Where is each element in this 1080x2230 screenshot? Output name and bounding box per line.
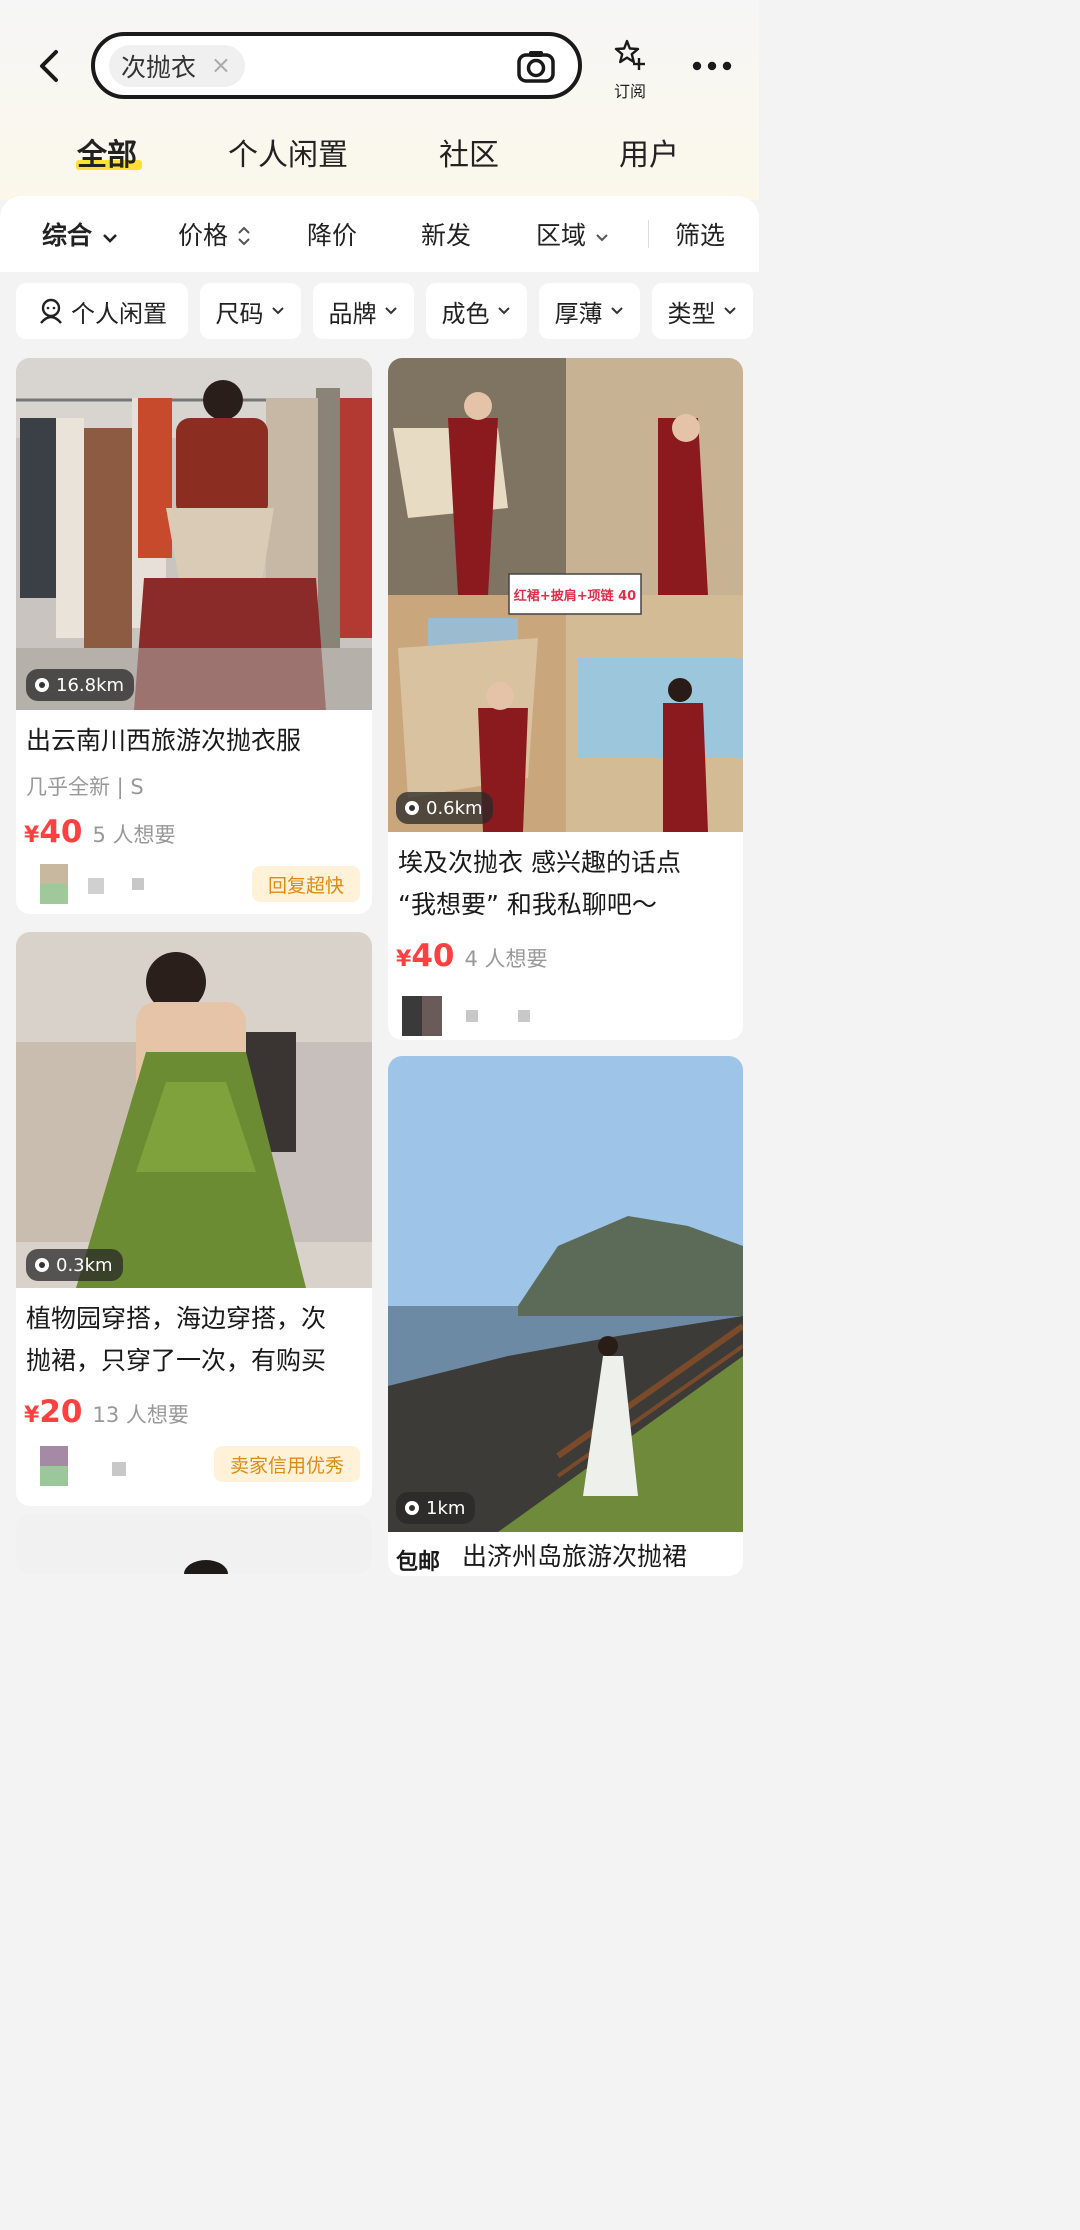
distance-label: 1km [426, 1497, 466, 1519]
location-pin-icon [405, 801, 419, 815]
search-keyword-label: 次抛衣 [121, 53, 197, 82]
filter-button[interactable]: 筛选 [675, 216, 725, 252]
price-value: 20 [39, 1394, 83, 1430]
seller-info-blurred [518, 1010, 530, 1022]
price-value: 40 [39, 814, 83, 850]
distance-label: 0.6km [426, 797, 483, 819]
product-image[interactable] [16, 358, 372, 710]
sort-newest[interactable]: 新发 [421, 216, 471, 252]
distance-badge: 0.3km [26, 1249, 123, 1281]
subscribe-button[interactable]: 订阅 [604, 38, 656, 102]
product-card[interactable]: 0.3km 植物园穿搭，海边穿搭，次 抛裙，只穿了一次，有购买 ¥ 20 13 … [16, 932, 372, 1506]
product-title: 出云南川西旅游次抛衣服 [26, 726, 302, 755]
chip-size[interactable]: 尺码 [200, 283, 301, 339]
price-currency: ¥ [24, 823, 40, 848]
sort-filter-bar: 综合 价格 降价 新发 区域 筛选 [0, 196, 759, 272]
camera-icon[interactable] [516, 48, 556, 84]
location-pin-icon [35, 1258, 49, 1272]
distance-badge: 16.8km [26, 669, 135, 701]
top-header: 次抛衣 × 订阅 全部 个人闲置 社区 用户 [0, 0, 759, 200]
want-count: 13 人想要 [92, 1403, 189, 1427]
price-currency: ¥ [396, 947, 412, 972]
product-title: 出济州岛旅游次抛裙 [462, 1542, 688, 1571]
product-card[interactable]: 1km 包邮 出济州岛旅游次抛裙 [388, 1056, 743, 1576]
chip-brand[interactable]: 品牌 [313, 283, 414, 339]
chevron-down-icon [723, 307, 736, 315]
product-title-line2: “我想要” 和我私聊吧～ [398, 890, 657, 919]
distance-label: 0.3km [56, 1254, 113, 1276]
distance-badge: 0.6km [396, 792, 493, 824]
chip-type[interactable]: 类型 [652, 283, 753, 339]
chevron-down-icon [384, 307, 397, 315]
seller-name-blurred [466, 1010, 478, 1022]
avatar[interactable] [40, 1446, 68, 1486]
person-icon [40, 298, 62, 324]
avatar[interactable] [402, 996, 442, 1036]
price-currency: ¥ [24, 1403, 40, 1428]
sort-price[interactable]: 价格 [178, 216, 252, 252]
quick-filter-chips: 个人闲置 尺码 品牌 成色 厚薄 类型 [0, 272, 759, 352]
location-pin-icon [35, 678, 49, 692]
distance-label: 16.8km [56, 674, 125, 696]
seller-info-blurred [132, 878, 144, 890]
product-condition: 几乎全新 | S [26, 775, 144, 799]
product-title-line2: 抛裙，只穿了一次，有购买 [26, 1346, 327, 1375]
chevron-down-icon [271, 307, 284, 315]
filter-region[interactable]: 区域 [536, 216, 610, 252]
product-image[interactable] [16, 1514, 372, 1574]
tab-personal-idle[interactable]: 个人闲置 [228, 130, 348, 174]
chip-personal-idle[interactable]: 个人闲置 [16, 283, 188, 339]
back-arrow-icon[interactable] [34, 46, 64, 86]
want-count: 5 人想要 [92, 823, 176, 847]
distance-badge: 1km [396, 1492, 476, 1524]
credit-badge: 卖家信用优秀 [214, 1446, 360, 1482]
tab-users[interactable]: 用户 [619, 130, 679, 174]
chevron-down-icon [610, 307, 623, 315]
chevron-down-icon [497, 307, 510, 315]
free-shipping-tag: 包邮 [396, 1550, 441, 1575]
chip-condition[interactable]: 成色 [426, 283, 527, 339]
avatar[interactable] [40, 864, 68, 904]
seller-row[interactable] [402, 994, 743, 1038]
reply-fast-badge: 回复超快 [252, 866, 360, 902]
product-card[interactable]: 16.8km 出云南川西旅游次抛衣服 几乎全新 | S ¥ 40 5 人想要 回… [16, 358, 372, 914]
product-title-line1: 埃及次抛衣 感兴趣的话点 [398, 848, 681, 877]
sort-updown-icon [238, 226, 250, 246]
tab-all[interactable]: 全部 [77, 130, 137, 174]
chevron-down-icon [596, 234, 608, 242]
price-row: ¥ 40 4 人想要 [396, 938, 548, 974]
category-tabs: 全部 个人闲置 社区 用户 [0, 130, 759, 180]
more-icon[interactable] [690, 56, 734, 76]
close-icon[interactable]: × [211, 53, 231, 77]
product-title-line1: 植物园穿搭，海边穿搭，次 [26, 1304, 327, 1333]
sort-comprehensive[interactable]: 综合 [42, 216, 119, 252]
seller-name-blurred [112, 1462, 126, 1476]
subscribe-icon [614, 39, 645, 70]
chip-thickness[interactable]: 厚薄 [539, 283, 640, 339]
sort-price-drop[interactable]: 降价 [307, 216, 357, 252]
want-count: 4 人想要 [464, 947, 548, 971]
search-keyword-chip[interactable]: 次抛衣 × [109, 45, 245, 87]
price-row: ¥ 20 13 人想要 [24, 1394, 189, 1430]
tab-community[interactable]: 社区 [439, 130, 499, 174]
product-card[interactable] [16, 1514, 372, 1574]
product-image[interactable] [16, 932, 372, 1288]
seller-name-blurred [88, 878, 104, 894]
price-row: ¥ 40 5 人想要 [24, 814, 176, 850]
location-pin-icon [405, 1501, 419, 1515]
image-overlay-caption: 红裙+披肩+项链 40 [513, 588, 637, 604]
subscribe-label: 订阅 [613, 82, 646, 101]
divider [648, 220, 649, 248]
product-image[interactable] [388, 1056, 743, 1532]
search-input[interactable]: 次抛衣 × [91, 32, 582, 99]
product-card[interactable]: 红裙+披肩+项链 40 0.6km 埃及次抛衣 感兴趣的话点 “我想要” 和我私… [388, 358, 743, 1040]
price-value: 40 [411, 938, 455, 974]
chevron-down-icon [102, 234, 117, 243]
